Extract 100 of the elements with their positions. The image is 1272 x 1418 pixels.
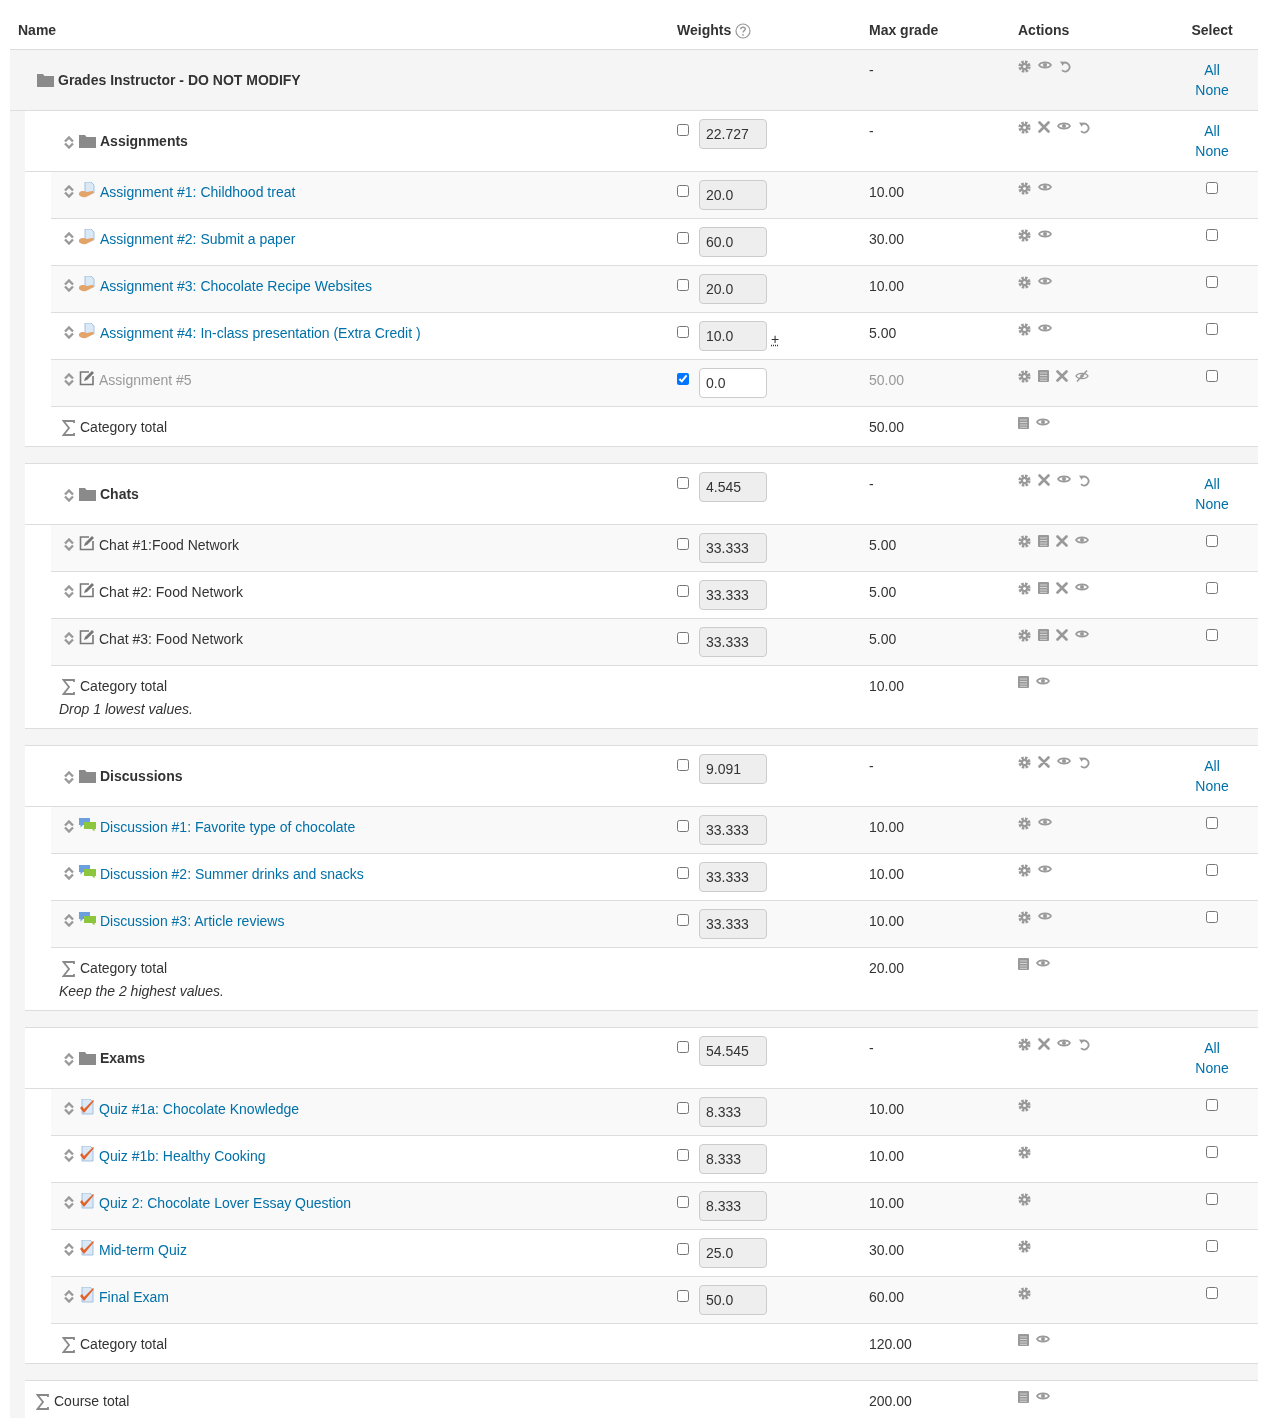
weight-input[interactable]: 4.545: [699, 472, 767, 502]
delete-icon[interactable]: [1056, 370, 1068, 382]
move-icon[interactable]: [63, 1290, 75, 1303]
item-link[interactable]: Assignment #1: Childhood treat: [100, 182, 296, 203]
calculation-icon[interactable]: [1018, 1334, 1029, 1346]
weight-override-checkbox[interactable]: [677, 1149, 689, 1161]
weight-override-checkbox[interactable]: [677, 585, 689, 597]
calculation-icon[interactable]: [1018, 1391, 1029, 1403]
settings-icon[interactable]: [1018, 629, 1031, 642]
reset-icon[interactable]: [1078, 474, 1091, 487]
select-all-link[interactable]: All: [1204, 121, 1220, 141]
weight-input[interactable]: 9.091: [699, 754, 767, 784]
item-link[interactable]: Final Exam: [99, 1287, 170, 1308]
reset-icon[interactable]: [1078, 121, 1091, 134]
move-icon[interactable]: [63, 914, 75, 927]
eye-icon[interactable]: [1036, 1391, 1050, 1401]
move-icon[interactable]: [63, 326, 75, 339]
delete-icon[interactable]: [1056, 535, 1068, 547]
eye-icon[interactable]: [1036, 676, 1050, 686]
select-none-link[interactable]: None: [1195, 776, 1229, 796]
weight-input[interactable]: 20.0: [699, 274, 767, 304]
eye-icon[interactable]: [1036, 1334, 1050, 1344]
settings-icon[interactable]: [1018, 370, 1031, 383]
select-checkbox[interactable]: [1206, 1287, 1218, 1299]
select-checkbox[interactable]: [1206, 817, 1218, 829]
settings-icon[interactable]: [1018, 182, 1031, 195]
select-checkbox[interactable]: [1206, 323, 1218, 335]
reset-icon[interactable]: [1059, 60, 1072, 73]
settings-icon[interactable]: [1018, 582, 1031, 595]
item-link[interactable]: Quiz 2: Chocolate Lover Essay Question: [99, 1193, 352, 1214]
delete-icon[interactable]: [1056, 582, 1068, 594]
item-link[interactable]: Assignment #4: In-class presentation (Extra Credit ): [100, 323, 421, 344]
delete-icon[interactable]: [1056, 629, 1068, 641]
move-icon[interactable]: [63, 585, 75, 598]
select-all-link[interactable]: All: [1204, 1038, 1220, 1058]
reset-icon[interactable]: [1078, 1038, 1091, 1051]
weight-input[interactable]: 33.333: [699, 533, 767, 563]
select-checkbox[interactable]: [1206, 1146, 1218, 1158]
weight-override-checkbox[interactable]: [677, 1102, 689, 1114]
settings-icon[interactable]: [1018, 817, 1031, 830]
settings-icon[interactable]: [1018, 911, 1031, 924]
weight-override-checkbox[interactable]: [677, 124, 689, 136]
eye-icon[interactable]: [1038, 229, 1052, 239]
calculation-icon[interactable]: [1038, 370, 1049, 382]
select-all-link[interactable]: All: [1204, 756, 1220, 776]
move-icon[interactable]: [63, 538, 75, 551]
weight-override-checkbox[interactable]: [677, 279, 689, 291]
weight-override-checkbox[interactable]: [677, 538, 689, 550]
calculation-icon[interactable]: [1038, 629, 1049, 641]
settings-icon[interactable]: [1018, 60, 1031, 73]
settings-icon[interactable]: [1018, 1099, 1031, 1112]
move-icon[interactable]: [63, 1102, 75, 1115]
select-checkbox[interactable]: [1206, 1099, 1218, 1111]
item-link[interactable]: Quiz #1b: Healthy Cooking: [99, 1146, 266, 1167]
weight-input[interactable]: 60.0: [699, 227, 767, 257]
calculation-icon[interactable]: [1038, 535, 1049, 547]
settings-icon[interactable]: [1018, 535, 1031, 548]
move-icon[interactable]: [63, 820, 75, 833]
eye-icon[interactable]: [1038, 182, 1052, 192]
calculation-icon[interactable]: [1018, 676, 1029, 688]
weight-override-checkbox[interactable]: [677, 1196, 689, 1208]
select-all-link[interactable]: All: [1204, 60, 1220, 80]
settings-icon[interactable]: [1018, 756, 1031, 769]
select-checkbox[interactable]: [1206, 1193, 1218, 1205]
weight-override-checkbox[interactable]: [677, 373, 689, 385]
eye-slash-icon[interactable]: [1075, 370, 1089, 382]
eye-icon[interactable]: [1057, 756, 1071, 766]
delete-icon[interactable]: [1038, 756, 1050, 768]
settings-icon[interactable]: [1018, 1193, 1031, 1206]
eye-icon[interactable]: [1038, 276, 1052, 286]
select-checkbox[interactable]: [1206, 182, 1218, 194]
move-icon[interactable]: [63, 185, 75, 198]
move-icon[interactable]: [63, 489, 75, 502]
weight-input[interactable]: 54.545: [699, 1036, 767, 1066]
move-icon[interactable]: [63, 279, 75, 292]
settings-icon[interactable]: [1018, 474, 1031, 487]
move-icon[interactable]: [63, 232, 75, 245]
calculation-icon[interactable]: [1038, 582, 1049, 594]
move-icon[interactable]: [63, 1053, 75, 1066]
eye-icon[interactable]: [1038, 323, 1052, 333]
move-icon[interactable]: [63, 1149, 75, 1162]
select-checkbox[interactable]: [1206, 864, 1218, 876]
select-checkbox[interactable]: [1206, 582, 1218, 594]
move-icon[interactable]: [63, 632, 75, 645]
select-checkbox[interactable]: [1206, 535, 1218, 547]
item-link[interactable]: Assignment #2: Submit a paper: [100, 229, 296, 250]
weight-override-checkbox[interactable]: [677, 632, 689, 644]
weight-input[interactable]: 33.333: [699, 909, 767, 939]
eye-icon[interactable]: [1036, 417, 1050, 427]
eye-icon[interactable]: [1038, 911, 1052, 921]
eye-icon[interactable]: [1057, 1038, 1071, 1048]
reset-icon[interactable]: [1078, 756, 1091, 769]
item-link[interactable]: Discussion #1: Favorite type of chocolate: [100, 817, 356, 838]
weight-override-checkbox[interactable]: [677, 914, 689, 926]
settings-icon[interactable]: [1018, 1287, 1031, 1300]
select-checkbox[interactable]: [1206, 911, 1218, 923]
settings-icon[interactable]: [1018, 1146, 1031, 1159]
select-none-link[interactable]: None: [1195, 494, 1229, 514]
settings-icon[interactable]: [1018, 229, 1031, 242]
move-icon[interactable]: [63, 771, 75, 784]
